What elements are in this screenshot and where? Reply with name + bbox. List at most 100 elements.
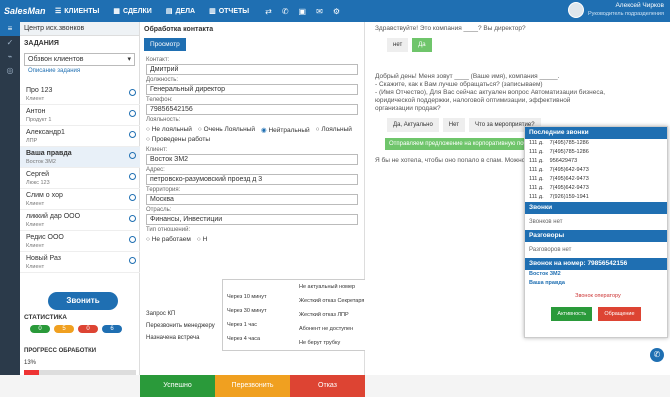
territory-select[interactable]: Москва <box>146 194 358 205</box>
settings-icon[interactable]: ⚙ <box>333 7 340 16</box>
loyalty-label: Лояльность: <box>146 117 181 123</box>
call-row[interactable]: 111 д. 7(495)785-1286 <box>525 139 667 148</box>
radio-option[interactable]: Очень Лояльный <box>198 126 255 134</box>
menu-item[interactable]: Через 1 час <box>227 322 257 329</box>
call-row[interactable]: 111 д. 956429473 <box>525 157 667 166</box>
status-icon <box>129 215 136 222</box>
list-item[interactable]: ликкий дар ООО Клиент <box>20 210 140 231</box>
answer-button[interactable]: Да, Актуально <box>387 118 439 132</box>
list-item[interactable]: Слим о хор Клиент <box>20 189 140 210</box>
user-menu[interactable]: Алексей Чирков Руководитель подразделения <box>568 2 664 18</box>
industry-select[interactable]: Финансы, Инвестиции <box>146 214 358 225</box>
success-button[interactable]: Успешно <box>140 375 215 397</box>
script-question: Здравствуйте! Это компания ____? Вы дире… <box>375 25 526 32</box>
tasks-icon: ▤ <box>165 8 173 15</box>
tasks-rail-icon[interactable]: ✓ <box>0 36 20 50</box>
callback-button[interactable]: Перезвонить <box>215 375 290 397</box>
progress-fill <box>24 370 39 375</box>
call-row[interactable]: 111 д. 7(495)642-9473 <box>525 166 667 175</box>
list-item-selected[interactable]: Ваша правда Восток ЗМ2 <box>20 147 140 168</box>
address-field[interactable]: петровско-разумовский проезд д 3 <box>146 174 358 185</box>
phone-field[interactable]: 79856542156 <box>146 104 358 115</box>
refuse-button[interactable]: Отказ <box>290 375 365 397</box>
calendar-icon[interactable]: ▣ <box>299 7 307 16</box>
status-icon <box>129 110 136 117</box>
task-description-link[interactable]: Описание задания <box>20 68 139 74</box>
user-name: Алексей Чирков <box>615 2 664 9</box>
menu-item[interactable]: Не актуальный номер <box>299 284 355 291</box>
client-field[interactable]: Восток ЗМ2 <box>146 154 358 165</box>
stat-badge: 0 <box>30 325 50 333</box>
contact-label: Контакт: <box>146 57 170 63</box>
left-rail: ≡ ✓ ⌁ ◎ <box>0 22 20 375</box>
menu-item[interactable]: Абонент не доступен <box>299 326 353 333</box>
stats-rail-icon[interactable]: ⌁ <box>0 50 20 64</box>
stat-badge: 5 <box>54 325 74 333</box>
menu-item[interactable]: Назначена встреча <box>146 332 216 344</box>
menu-item[interactable]: Через 4 часа <box>227 336 260 343</box>
shuffle-icon[interactable]: ⇄ <box>265 7 272 16</box>
status-icon <box>129 152 136 159</box>
operator-call[interactable]: Звонок оператору <box>525 292 667 301</box>
view-button[interactable]: Просмотр <box>144 38 186 51</box>
radio-option[interactable]: Лояльный <box>316 126 351 134</box>
menu-item[interactable]: Жесткий отказ Секретаря <box>299 298 364 305</box>
position-field[interactable]: Генеральный директор <box>146 84 358 95</box>
answer-button[interactable]: нет <box>387 38 409 52</box>
contact-link[interactable]: Ваша правда <box>525 279 667 288</box>
call-center-panel: Центр исх.звонков ЗАДАНИЯ Обзвон клиенто… <box>20 22 140 375</box>
script-question: Добрый день! Меня зовут ____ (Ваше имя),… <box>375 73 606 112</box>
radio-option[interactable]: Не работаем <box>146 236 191 243</box>
widget-title: Последние звонки <box>525 127 667 139</box>
main-nav: ☰ КЛИЕНТЫ ▦ СДЕЛКИ ▤ ДЕЛА ▥ ОТЧЕТЫ <box>55 7 249 15</box>
panel-title: Центр исх.звонков <box>20 22 139 36</box>
answer-button[interactable]: Нет <box>442 118 466 132</box>
call-row[interactable]: 111 д. 7(495)642-9473 <box>525 184 667 193</box>
list-item[interactable]: Антон Продукт 1 <box>20 105 140 126</box>
menu-item[interactable]: Через 10 минут <box>227 294 267 301</box>
call-row[interactable]: 111 д. 7(926)159-1941 <box>525 193 667 202</box>
menu-item[interactable]: Не берут трубку <box>299 340 340 347</box>
phone-icon[interactable]: ✆ <box>282 7 289 16</box>
nav-clients[interactable]: ☰ КЛИЕНТЫ <box>55 7 99 15</box>
menu-icon[interactable]: ≡ <box>0 22 20 36</box>
radio-option-selected[interactable]: Нейтральный <box>261 126 309 134</box>
list-item[interactable]: Новый Раз Клиент <box>20 252 140 273</box>
target-rail-icon[interactable]: ◎ <box>0 64 20 78</box>
radio-option[interactable]: Проведены работы <box>146 136 210 143</box>
contact-list: Про 123 Клиент Антон Продукт 1 Александр1 Л… <box>20 84 140 284</box>
call-button[interactable]: Звонить <box>48 292 118 310</box>
task-select[interactable]: Обзвон клиентов <box>24 53 135 66</box>
nav-deals[interactable]: ▦ СДЕЛКИ <box>113 7 151 15</box>
radio-option[interactable]: Не лояльный <box>146 126 192 134</box>
calls-section: Звонки <box>525 202 667 214</box>
menu-item[interactable]: Жесткий отказ ЛПР <box>299 312 349 319</box>
radio-option[interactable]: Н <box>197 236 208 243</box>
list-item[interactable]: Александр1 ЛПР <box>20 126 140 147</box>
user-role: Руководитель подразделения <box>588 11 664 17</box>
call-row[interactable]: 111 д. 7(495)642-9473 <box>525 175 667 184</box>
widget-actions: Активность Обращение <box>525 307 667 321</box>
list-item[interactable]: Сергей Люкс 123 <box>20 168 140 189</box>
menu-item[interactable]: Запрос КП <box>146 308 216 320</box>
result-menu: Запрос КП Перезвонить менеджеру Назначен… <box>146 308 216 344</box>
tasks-label: ЗАДАНИЯ <box>24 40 59 47</box>
client-label: Клиент: <box>146 147 168 153</box>
call-row[interactable]: 111 д. 7(495)785-1286 <box>525 148 667 157</box>
nav-tasks[interactable]: ▤ ДЕЛА <box>166 7 195 15</box>
progress-value: 13% <box>24 360 37 366</box>
menu-item[interactable]: Перезвонить менеджеру <box>146 320 216 332</box>
answer-button[interactable]: Да <box>412 38 432 52</box>
menu-item[interactable]: Через 30 минут <box>227 308 267 315</box>
client-link[interactable]: Восток ЗМ2 <box>525 270 667 279</box>
chat-icon[interactable]: ✉ <box>316 7 323 16</box>
list-item[interactable]: Редис ООО Клиент <box>20 231 140 252</box>
contact-field[interactable]: Дмитрий <box>146 64 358 75</box>
list-item[interactable]: Про 123 Клиент <box>20 84 140 105</box>
talks-empty: Разговоров нет <box>529 247 572 253</box>
nav-reports[interactable]: ▥ ОТЧЕТЫ <box>209 7 249 15</box>
script-highlight: Отправляем предложение на корпоративную … <box>385 138 535 150</box>
activity-button[interactable]: Активность <box>551 307 593 321</box>
request-button[interactable]: Обращение <box>598 307 641 321</box>
phone-fab-icon[interactable]: ✆ <box>650 348 664 362</box>
